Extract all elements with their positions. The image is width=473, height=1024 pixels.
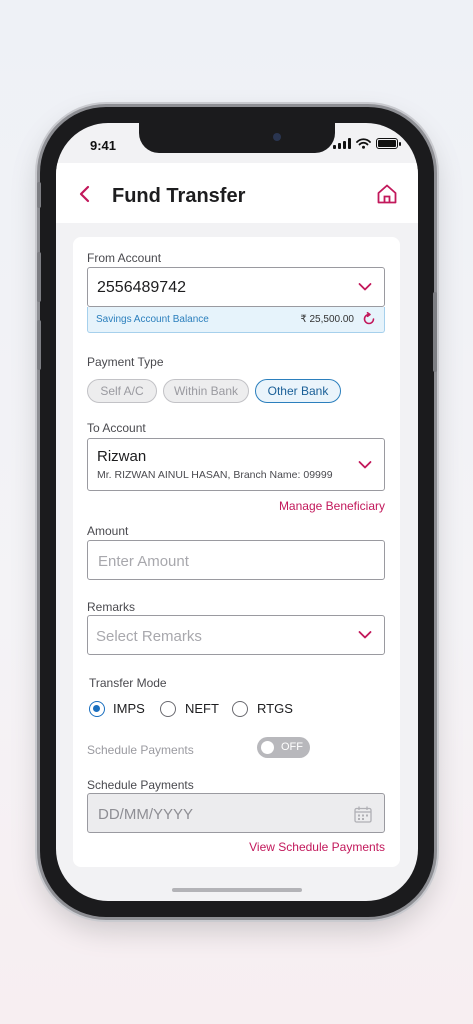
payment-type-within-bank[interactable]: Within Bank [163, 379, 249, 403]
manage-beneficiary-link[interactable]: Manage Beneficiary [279, 499, 385, 513]
schedule-date-placeholder: DD/MM/YYYY [98, 806, 194, 823]
beneficiary-name: Rizwan [97, 448, 147, 465]
payment-type-label: Payment Type [87, 355, 164, 369]
phone-volume-up [37, 252, 41, 302]
schedule-payments-toggle-label: Schedule Payments [87, 743, 194, 757]
fund-transfer-form: From Account 2556489742 Savings Account … [73, 237, 400, 867]
home-icon[interactable] [376, 183, 398, 205]
status-icons [333, 138, 401, 149]
app-header: Fund Transfer [56, 163, 418, 223]
remarks-label: Remarks [87, 600, 136, 614]
refresh-icon[interactable] [362, 312, 376, 326]
payment-type-other-bank[interactable]: Other Bank [255, 379, 341, 403]
remarks-placeholder: Select Remarks [96, 628, 202, 645]
status-time: 9:41 [90, 138, 117, 153]
from-account-number: 2556489742 [97, 279, 186, 296]
notch [139, 123, 335, 153]
balance-value: ₹ 25,500.00 [300, 314, 354, 325]
amount-input[interactable]: Enter Amount [87, 540, 385, 580]
schedule-payments-toggle[interactable]: OFF [257, 737, 310, 758]
to-account-label: To Account [87, 421, 146, 435]
toggle-state: OFF [281, 741, 303, 753]
signal-icon [333, 138, 351, 149]
wifi-icon [356, 138, 371, 149]
schedule-date-input[interactable]: DD/MM/YYYY [87, 793, 385, 833]
amount-label: Amount [87, 524, 129, 538]
amount-placeholder: Enter Amount [98, 553, 189, 570]
radio-imps[interactable] [89, 701, 105, 717]
phone-screen: 9:41 Fund Transfer From Account 25564897… [56, 123, 418, 901]
radio-neft-label: NEFT [185, 701, 219, 716]
home-indicator [172, 888, 302, 892]
balance-bar: Savings Account Balance ₹ 25,500.00 [87, 307, 385, 333]
balance-label: Savings Account Balance [96, 314, 209, 325]
radio-imps-label: IMPS [113, 701, 145, 716]
back-arrow-icon[interactable] [78, 185, 92, 203]
phone-power-button [433, 292, 437, 372]
beneficiary-details: Mr. RIZWAN AINUL HASAN, Branch Name: 099… [97, 469, 333, 481]
page-title: Fund Transfer [112, 185, 246, 207]
phone-volume-down [37, 320, 41, 370]
calendar-icon[interactable] [354, 806, 372, 823]
toggle-knob [261, 741, 274, 754]
transfer-mode-label: Transfer Mode [89, 676, 167, 690]
chevron-down-icon [358, 283, 372, 291]
front-camera [273, 133, 281, 141]
from-account-label: From Account [87, 251, 162, 265]
radio-rtgs-label: RTGS [257, 701, 293, 716]
chevron-down-icon [358, 461, 372, 469]
radio-neft[interactable] [160, 701, 176, 717]
payment-type-self-ac[interactable]: Self A/C [87, 379, 157, 403]
to-account-dropdown[interactable]: Rizwan Mr. RIZWAN AINUL HASAN, Branch Na… [87, 438, 385, 491]
radio-rtgs[interactable] [232, 701, 248, 717]
from-account-dropdown[interactable]: 2556489742 [87, 267, 385, 307]
chevron-down-icon [358, 631, 372, 639]
phone-mute-switch [37, 182, 41, 208]
remarks-dropdown[interactable]: Select Remarks [87, 615, 385, 655]
battery-icon [376, 138, 401, 149]
view-schedule-payments-link[interactable]: View Schedule Payments [249, 840, 385, 854]
schedule-date-label: Schedule Payments [87, 778, 194, 792]
